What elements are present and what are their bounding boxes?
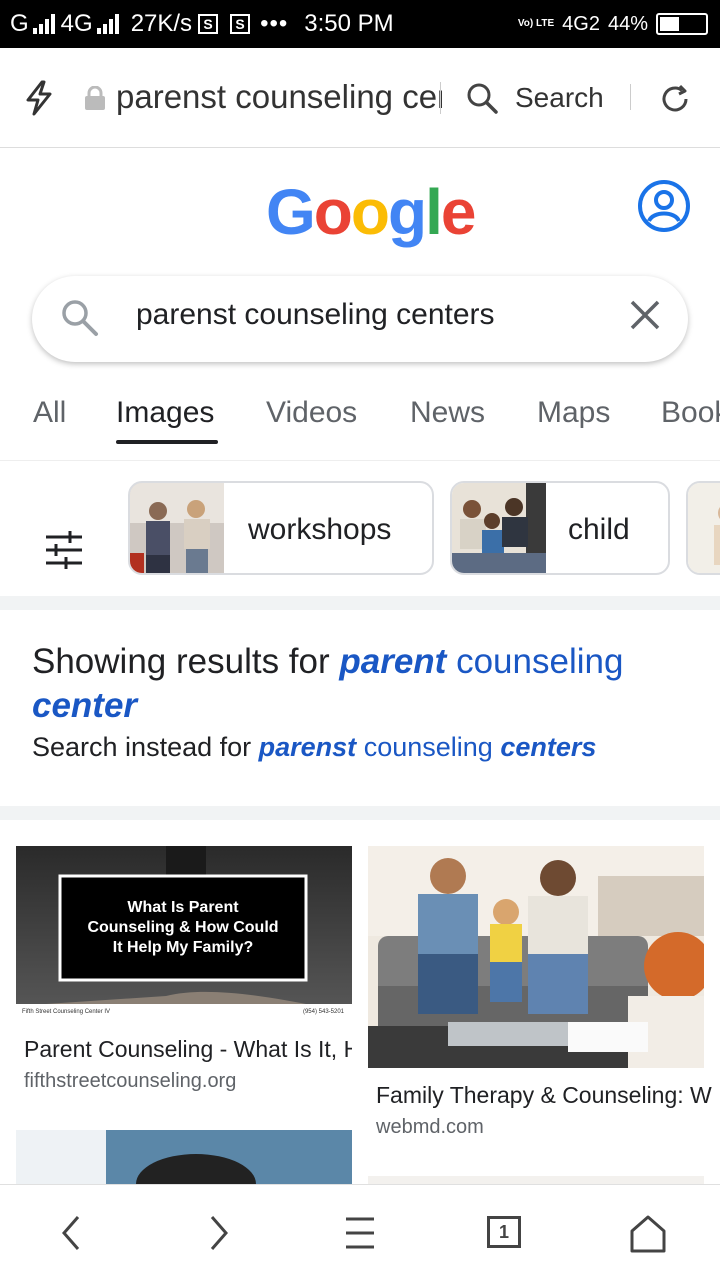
account-icon[interactable]: [636, 178, 692, 234]
image-text-line: It Help My Family?: [112, 939, 254, 956]
lightning-icon[interactable]: [22, 80, 56, 116]
reload-icon[interactable]: [658, 82, 692, 116]
chip-more[interactable]: [686, 481, 720, 575]
search-input[interactable]: parenst counseling centers: [136, 298, 512, 332]
logo-letter: e: [440, 176, 477, 248]
instead-prefix: Search instead for: [32, 732, 252, 762]
result-domain: webmd.com: [376, 1116, 484, 1138]
result-title[interactable]: Parent Counseling - What Is It, How Coul…: [24, 1036, 352, 1063]
image-overlay-text: What Is Parent Counseling & How Could It…: [60, 898, 306, 958]
more-notifications-icon: •••: [260, 10, 289, 37]
logo-letter: G: [266, 176, 316, 248]
showing-prefix: Showing results for: [32, 642, 330, 681]
battery-percent: 44%: [607, 12, 648, 35]
corrected-query-link[interactable]: parent: [339, 642, 446, 681]
chip-workshops[interactable]: workshops: [128, 481, 434, 575]
logo-letter: o: [350, 176, 390, 248]
image-result[interactable]: Family Therapy & Counseling: What It Is …: [368, 846, 720, 1142]
browser-address-bar: parenst counseling centers - Google Sear…: [0, 48, 720, 148]
search-icon[interactable]: [60, 298, 100, 338]
clock: 3:50 PM: [304, 10, 394, 37]
original-query-link[interactable]: centers: [500, 732, 596, 762]
status-bar: G 4G 27K/s S S ••• 3:50 PM Vo) LTE 4G2 4…: [0, 0, 720, 48]
home-icon[interactable]: [628, 1213, 668, 1253]
tab-all[interactable]: All: [33, 396, 66, 430]
image-text-line: Counseling & How Could: [87, 919, 279, 936]
image-footer: Fifth Street Counseling Center IV: [22, 1009, 111, 1015]
search-box[interactable]: parenst counseling centers: [32, 276, 688, 362]
section-divider: [0, 806, 720, 820]
result-domain: fifthstreetcounseling.org: [24, 1070, 237, 1092]
active-tab-indicator: [116, 440, 218, 444]
notification-icon: S: [230, 14, 251, 34]
refinement-chips: workshops child: [0, 461, 720, 597]
volte-icon: Vo) LTE: [517, 18, 555, 29]
chip-label: child: [568, 513, 630, 546]
network-label: 4G: [60, 10, 93, 37]
result-image: [368, 846, 704, 1068]
search-tabs: All Images Videos News Maps Books: [0, 392, 720, 460]
back-icon[interactable]: [52, 1213, 92, 1253]
showing-results-for: Showing results for parent counseling ce…: [32, 640, 692, 728]
image-result[interactable]: What Is Parent Counseling & How Could It…: [16, 846, 352, 1096]
menu-icon[interactable]: [340, 1213, 380, 1253]
browser-bottom-nav: [0, 1184, 720, 1280]
divider: [440, 82, 441, 114]
url-field[interactable]: parenst counseling centers - Google Sear…: [116, 78, 442, 116]
forward-icon[interactable]: [198, 1213, 238, 1253]
signal-icon: [32, 14, 55, 34]
corrected-query-link[interactable]: center: [32, 686, 137, 725]
lock-icon: [85, 86, 105, 110]
battery-icon: [656, 13, 708, 35]
search-icon[interactable]: [466, 82, 498, 114]
browser-search-button[interactable]: Search: [515, 82, 604, 114]
corrected-query-link[interactable]: counseling: [456, 642, 623, 681]
image-footer: (954) 543-5201: [302, 1009, 344, 1015]
chip-label: workshops: [248, 513, 392, 546]
logo-letter: l: [425, 176, 443, 248]
original-query-link[interactable]: counseling: [364, 732, 493, 762]
chip-thumbnail: [688, 483, 720, 573]
image-text-line: What Is Parent: [127, 899, 239, 916]
tab-books[interactable]: Books: [661, 396, 720, 430]
image-result-partial[interactable]: [368, 1176, 704, 1184]
carrier-label: G: [10, 10, 29, 37]
network-2-label: 4G2: [562, 12, 600, 35]
chip-thumbnail: [452, 483, 546, 573]
tab-videos[interactable]: Videos: [266, 396, 357, 430]
close-icon[interactable]: [628, 298, 662, 332]
result-title[interactable]: Family Therapy & Counseling: What It Is: [376, 1082, 712, 1109]
tab-images[interactable]: Images: [116, 396, 214, 430]
filter-icon[interactable]: [44, 531, 84, 569]
section-divider: [0, 596, 720, 610]
divider: [630, 84, 631, 110]
search-instead-for: Search instead for parenst counseling ce…: [32, 732, 596, 763]
chip-child[interactable]: child: [450, 481, 670, 575]
tab-count-button[interactable]: 1: [487, 1216, 521, 1248]
signal-icon: [96, 14, 119, 34]
logo-letter: g: [387, 176, 427, 248]
tab-maps[interactable]: Maps: [537, 396, 610, 430]
chip-thumbnail: [130, 483, 224, 573]
logo-letter: o: [313, 176, 353, 248]
notification-icon: S: [198, 14, 219, 34]
tab-news[interactable]: News: [410, 396, 485, 430]
original-query-link[interactable]: parenst: [259, 732, 357, 762]
google-logo[interactable]: Google: [266, 176, 477, 248]
image-result-partial[interactable]: [16, 1130, 352, 1184]
data-speed: 27K/s: [130, 10, 193, 37]
